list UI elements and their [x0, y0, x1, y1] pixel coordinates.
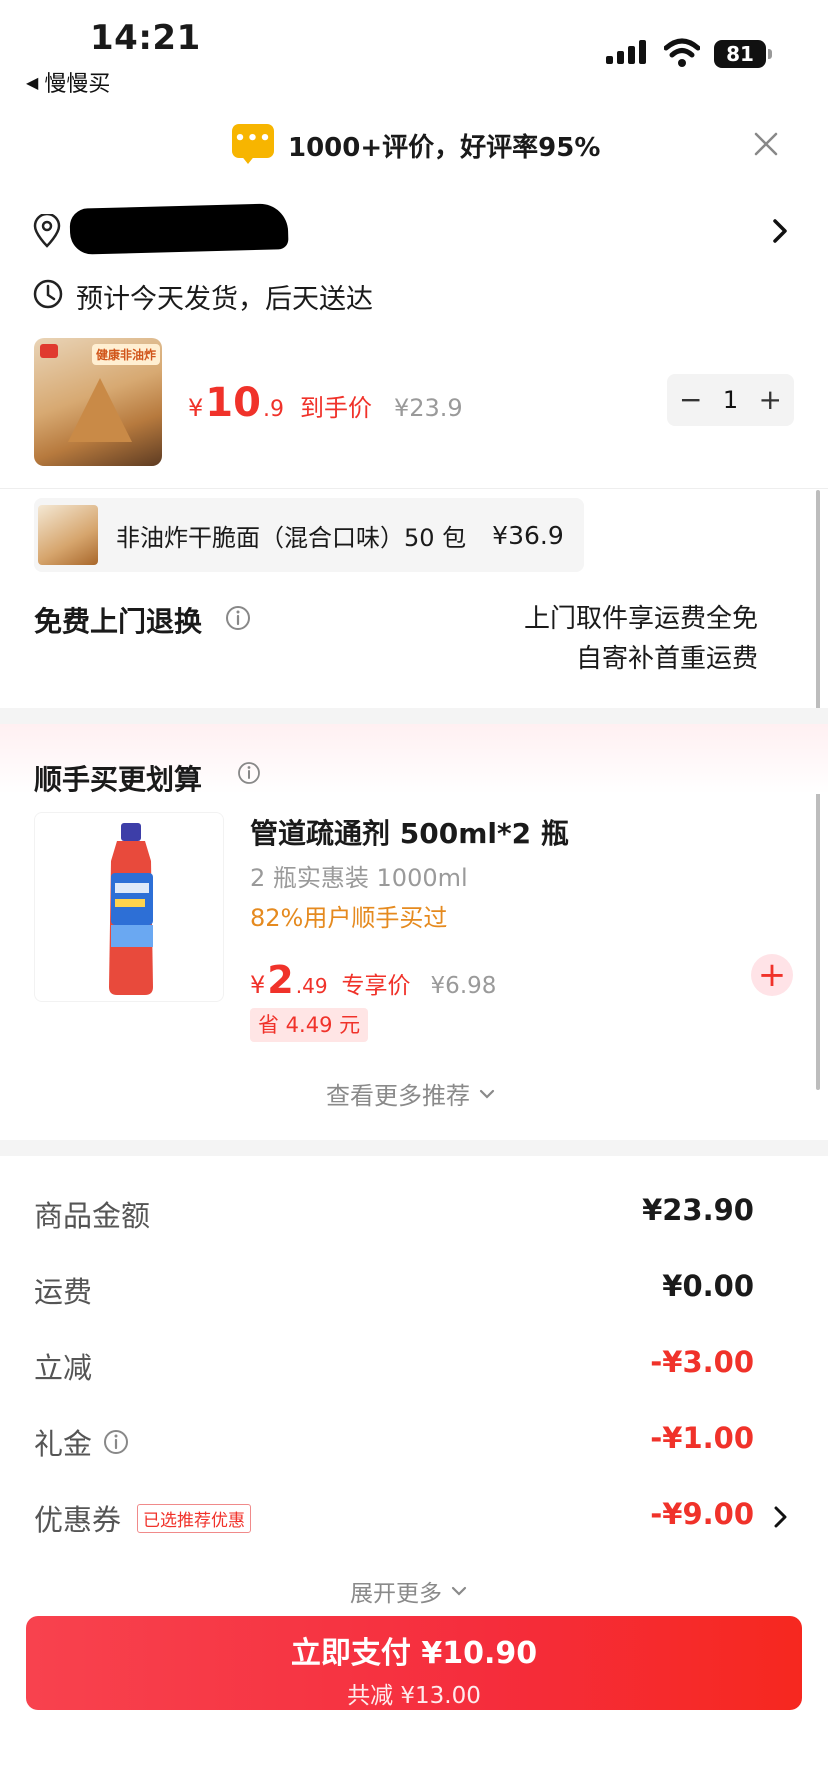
quantity-value: 1: [722, 386, 739, 414]
battery-level: 81: [714, 40, 766, 68]
divider: [0, 488, 828, 489]
rating-banner: ••• 1000+评价，好评率95%: [232, 124, 600, 166]
summary-label-gift-money: 礼金: [34, 1427, 93, 1461]
section-gap: [0, 708, 828, 724]
chevron-right-icon[interactable]: [770, 216, 790, 246]
cellular-signal-icon: [606, 40, 646, 64]
wifi-icon: [664, 38, 700, 67]
rating-text: 1000+评价，好评率95%: [288, 132, 601, 163]
gift-name: 非油炸干脆面（混合口味）50 包: [116, 523, 467, 552]
pay-now-label: 立即支付 ¥10.90: [290, 1636, 538, 1671]
summary-label-discount: 立减: [34, 1351, 93, 1385]
gift-item[interactable]: 非油炸干脆面（混合口味）50 包 ¥36.9: [34, 498, 584, 572]
pay-total-discount: 共减 ¥13.00: [347, 1683, 481, 1709]
back-app-label: 慢慢买: [44, 72, 111, 97]
summary-value-discount: -¥3.00: [650, 1345, 754, 1379]
gift-price: ¥36.9: [492, 520, 564, 550]
summary-value-coupon[interactable]: -¥9.00: [650, 1497, 754, 1531]
return-policy-line1: 上门取件享运费全免: [523, 604, 758, 634]
decrease-button[interactable]: −: [679, 386, 702, 414]
delivery-eta: 预计今天发货，后天送达: [76, 284, 373, 315]
summary-value-shipping: ¥0.00: [662, 1269, 754, 1303]
gift-image: [38, 505, 98, 565]
product-price: ¥ 10 .9 到手价 ¥23.9: [188, 380, 463, 426]
bottle-image: [109, 823, 153, 995]
close-icon[interactable]: [748, 126, 784, 162]
clock-icon: [33, 279, 63, 309]
recommend-title: 顺手买更划算: [34, 763, 203, 796]
summary-value-gift-money: -¥1.00: [650, 1421, 754, 1455]
message-bubble-icon: •••: [232, 124, 274, 166]
location-pin-icon: [33, 214, 61, 248]
chevron-right-icon[interactable]: [772, 1504, 790, 1530]
product-image[interactable]: 健康非油炸: [34, 338, 162, 466]
back-to-app-button[interactable]: ◀ 慢慢买: [26, 66, 110, 98]
recommend-product-subtitle: 2 瓶实惠装 1000ml: [250, 864, 468, 892]
increase-button[interactable]: +: [759, 386, 782, 414]
recommend-price-label: 专享价: [341, 973, 411, 999]
chevron-down-icon: [479, 1089, 495, 1099]
recommend-buy-rate: 82%用户顺手买过: [250, 904, 448, 932]
expand-more-label: 展开更多: [350, 1581, 442, 1607]
recommend-price: ¥ 2 .49 专享价 ¥6.98: [250, 958, 497, 1002]
more-recommend-button[interactable]: 查看更多推荐: [326, 1076, 496, 1111]
summary-row-gift-money: 礼金: [34, 1421, 130, 1463]
info-icon[interactable]: [224, 604, 252, 632]
info-icon[interactable]: [236, 760, 262, 786]
pay-now-button[interactable]: 立即支付 ¥10.90 共减 ¥13.00: [26, 1616, 802, 1710]
recommend-original-price: ¥6.98: [430, 973, 497, 999]
summary-row-coupon[interactable]: 优惠券 已选推荐优惠: [34, 1497, 252, 1539]
return-policy-title: 免费上门退换: [34, 605, 203, 638]
summary-label-shipping: 运费: [34, 1275, 93, 1309]
summary-value-goods: ¥23.90: [642, 1193, 754, 1227]
price-label: 到手价: [299, 394, 372, 422]
savings-badge: 省 4.49 元: [250, 1008, 369, 1042]
address-redacted[interactable]: [69, 203, 289, 255]
summary-label-goods: 商品金额: [34, 1199, 151, 1233]
status-time: 14:21: [90, 18, 201, 58]
add-recommend-button[interactable]: +: [751, 954, 793, 996]
chevron-down-icon: [451, 1586, 467, 1596]
quantity-stepper: − 1 +: [667, 374, 794, 426]
battery-icon: 81: [714, 40, 772, 68]
original-price: ¥23.9: [393, 394, 463, 422]
section-gap: [0, 1140, 828, 1156]
expand-more-button[interactable]: 展开更多: [350, 1574, 468, 1608]
return-policy-line2: 自寄补首重运费: [575, 644, 758, 674]
more-recommend-label: 查看更多推荐: [326, 1082, 470, 1110]
recommend-product-name[interactable]: 管道疏通剂 500ml*2 瓶: [250, 812, 569, 852]
recommend-product-image[interactable]: [34, 812, 224, 1002]
info-icon[interactable]: [102, 1428, 130, 1456]
back-triangle-icon: ◀: [26, 72, 39, 92]
summary-label-coupon: 优惠券: [34, 1503, 122, 1537]
coupon-tag: 已选推荐优惠: [137, 1503, 252, 1533]
